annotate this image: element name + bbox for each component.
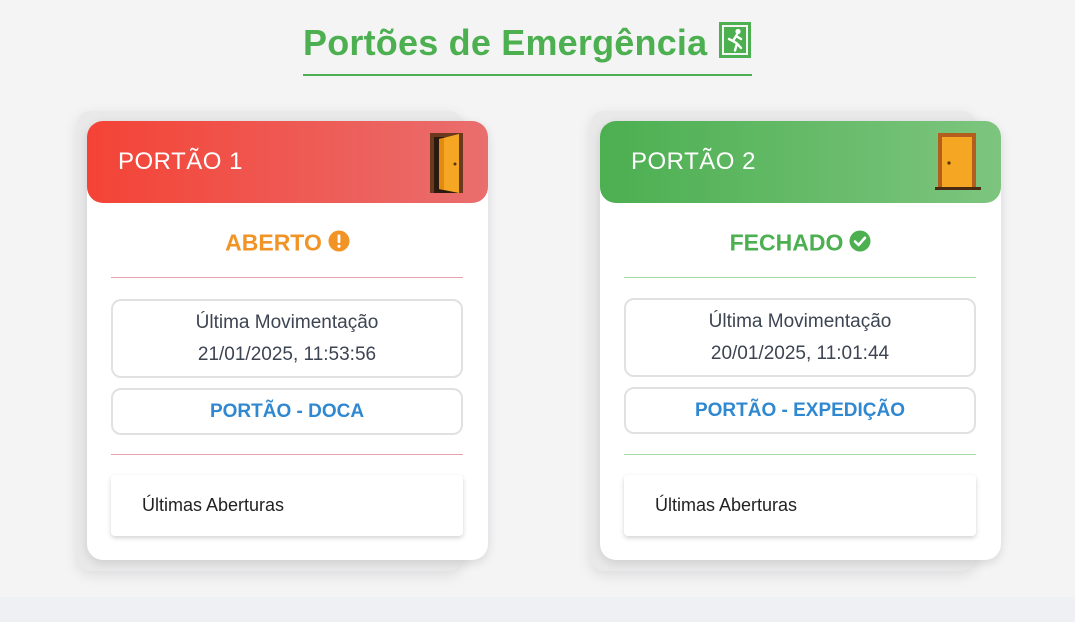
status-text: FECHADO bbox=[729, 229, 844, 256]
last-openings-button[interactable]: Últimas Aberturas bbox=[624, 475, 976, 536]
exclamation-circle-icon bbox=[328, 230, 350, 252]
gate-name: PORTÃO 1 bbox=[118, 148, 243, 175]
bottom-band bbox=[0, 597, 1075, 622]
page-title: Portões de Emergência bbox=[303, 22, 708, 63]
emergency-exit-icon bbox=[719, 22, 751, 58]
last-movement-date: 20/01/2025, 11:01:44 bbox=[710, 343, 890, 364]
check-circle-icon bbox=[849, 230, 871, 252]
gate-location: PORTÃO - DOCA bbox=[111, 388, 463, 435]
open-door-icon bbox=[430, 133, 463, 193]
gate-name: PORTÃO 2 bbox=[631, 148, 756, 175]
gate-card-1: PORTÃO 1 ABERTO Última Movimentação 21/0… bbox=[87, 121, 488, 560]
gate-status: FECHADO bbox=[600, 228, 1001, 256]
page-header: Portões de Emergência bbox=[303, 18, 752, 76]
status-text: ABERTO bbox=[225, 229, 322, 256]
divider bbox=[111, 277, 463, 278]
divider bbox=[624, 454, 976, 455]
gate-card-header: PORTÃO 1 bbox=[87, 121, 488, 203]
last-movement-date: 21/01/2025, 11:53:56 bbox=[197, 344, 377, 365]
divider bbox=[624, 277, 976, 278]
last-movement-label: Última Movimentação bbox=[708, 311, 892, 332]
closed-door-icon bbox=[935, 133, 981, 190]
gate-card-2: PORTÃO 2 FECHADO Última Movimentação 20/… bbox=[600, 121, 1001, 560]
last-openings-button[interactable]: Últimas Aberturas bbox=[111, 475, 463, 536]
last-movement-box: Última Movimentação 20/01/2025, 11:01:44 bbox=[624, 298, 976, 377]
gate-location: PORTÃO - EXPEDIÇÃO bbox=[624, 387, 976, 434]
divider bbox=[111, 454, 463, 455]
last-movement-label: Última Movimentação bbox=[195, 312, 379, 333]
gate-card-header: PORTÃO 2 bbox=[600, 121, 1001, 203]
gate-status: ABERTO bbox=[87, 228, 488, 256]
last-movement-box: Última Movimentação 21/01/2025, 11:53:56 bbox=[111, 299, 463, 378]
